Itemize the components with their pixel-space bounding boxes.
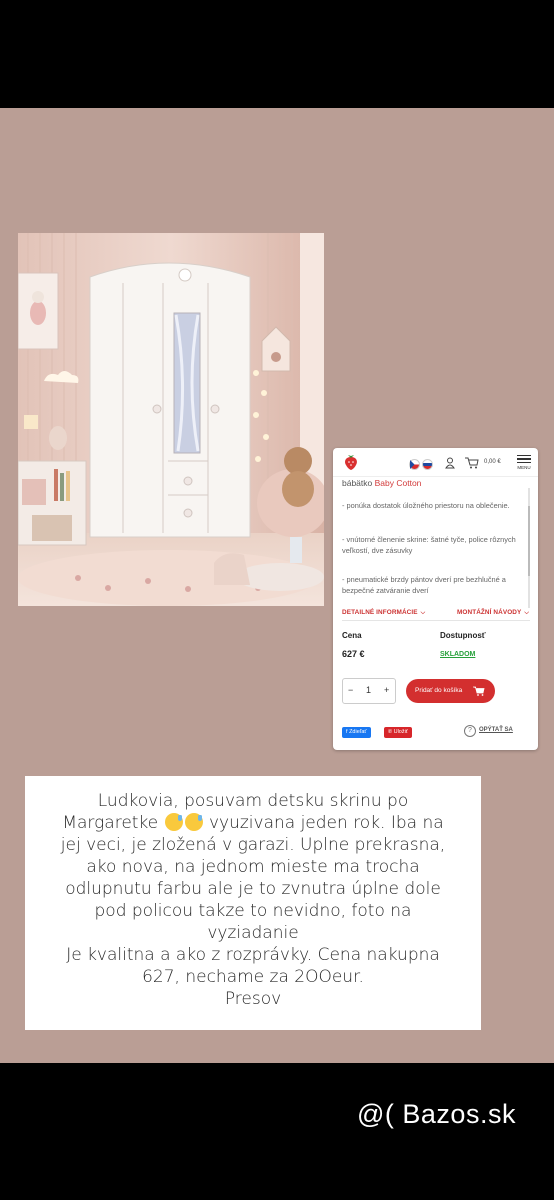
tab-assembly[interactable]: MONTÁŽNÍ NÁVODY ⌵ — [457, 609, 529, 617]
note-line: odlupnutu farbu ale je to zvnutra úplne … — [65, 879, 441, 899]
subtitle-prefix: bábätko — [342, 478, 373, 488]
strawberry-logo-icon[interactable] — [343, 453, 359, 476]
quantity-stepper[interactable]: − 1 + — [342, 678, 396, 704]
note-line: Je kvalitna a ako z rozprávky. Cena naku… — [66, 945, 440, 965]
availability-value: SKLADOM — [440, 651, 476, 658]
tab-details-label: DETAILNÉ INFORMÁCIE — [342, 609, 418, 616]
description-scrollbar[interactable] — [528, 488, 530, 608]
note-line: Presov — [224, 989, 282, 1009]
cart-total: 0,00 € — [484, 459, 501, 465]
bottom-black-bar — [0, 1063, 554, 1200]
facebook-share-label: Zdieľať — [349, 729, 367, 735]
qty-minus-button[interactable]: − — [348, 685, 353, 695]
cart-icon — [473, 686, 485, 696]
user-icon[interactable] — [445, 456, 455, 474]
cart-icon[interactable] — [465, 456, 479, 474]
note-line: 627, nechame za 2OOeur. — [142, 967, 364, 987]
tab-details[interactable]: DETAILNÉ INFORMÁCIE ⌵ — [342, 609, 425, 617]
divider — [342, 620, 530, 621]
facebook-share-button[interactable]: f Zdieľať — [342, 727, 371, 738]
pinterest-save-button[interactable]: ℗ Uložiť — [384, 727, 412, 738]
top-black-bar — [0, 0, 554, 108]
question-icon[interactable]: ? — [464, 725, 476, 737]
price-value: 627 € — [342, 649, 365, 659]
tab-assembly-label: MONTÁŽNÍ NÁVODY — [457, 609, 522, 616]
note-line-part: vyuzivana jeden rok. Iba na — [208, 813, 444, 833]
subtitle-brand: Baby Cotton — [374, 478, 422, 488]
hamburger-menu-icon[interactable]: MENU — [516, 453, 532, 470]
availability-label: Dostupnosť — [440, 631, 486, 640]
note-line: vyziadanie — [207, 923, 299, 943]
ask-question-link[interactable]: OPÝTAŤ SA — [479, 727, 513, 733]
note-line: pod policou takze to nevidno, foto na — [94, 901, 412, 921]
sad-relieved-emoji-icon — [164, 813, 183, 831]
chevron-down-icon: ⌵ — [420, 610, 426, 616]
pinterest-save-label: Uložiť — [393, 729, 408, 735]
product-screenshot-card: 0,00 € MENU bábätko Baby Cotton - ponúka… — [333, 448, 538, 750]
bazos-watermark: @( Bazos.sk — [357, 1099, 516, 1129]
qty-value[interactable]: 1 — [366, 685, 371, 695]
bullet-hinges: - pneumatické brzdy pántov dverí pre bez… — [342, 575, 506, 595]
bullet-storage: - ponúka dostatok úložného priestoru na … — [342, 501, 510, 510]
note-line: jej veci, je zložená v garazi. Uplne pre… — [60, 835, 446, 855]
add-to-cart-label: Pridať do košíka — [415, 687, 463, 694]
wardrobe-room-photo — [18, 233, 324, 606]
product-subtitle: bábätko Baby Cotton — [342, 478, 421, 488]
czech-flag-icon[interactable] — [409, 459, 420, 470]
note-line: ako nova, na jednom mieste ma trocha — [86, 857, 420, 877]
add-to-cart-button[interactable]: Pridať do košíka — [406, 679, 495, 703]
note-line-part: Margaretke — [62, 813, 159, 833]
bullet-interior: - vnútorné členenie skrine: šatné tyče, … — [342, 535, 516, 555]
note-line: Ludkovia, posuvam detsku skrinu po — [97, 791, 409, 811]
price-label: Cena — [342, 631, 362, 640]
sad-relieved-emoji-icon — [184, 813, 203, 831]
card-header: 0,00 € MENU — [333, 448, 538, 477]
qty-plus-button[interactable]: + — [384, 685, 389, 695]
slovak-flag-icon[interactable] — [422, 459, 433, 470]
menu-label: MENU — [517, 464, 531, 470]
note-text: Ludkovia, posuvam detsku skrinu po Marga… — [25, 790, 481, 1010]
chevron-down-icon: ⌵ — [524, 610, 529, 616]
text-note: Ludkovia, posuvam detsku skrinu po Marga… — [25, 776, 481, 1030]
note-line: Margaretke vyuzivana jeden rok. Iba na — [25, 812, 481, 834]
